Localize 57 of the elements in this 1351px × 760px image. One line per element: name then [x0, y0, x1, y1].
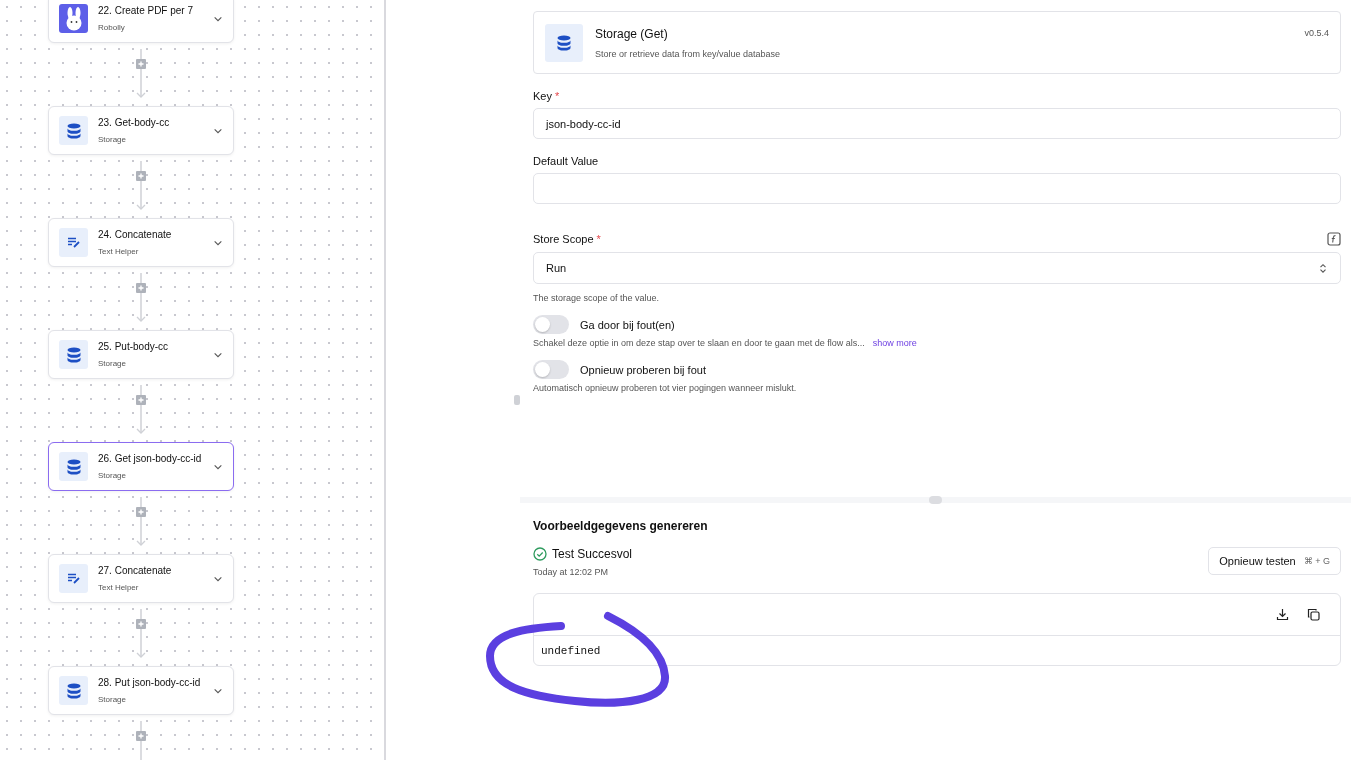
- input-field[interactable]: [533, 173, 1341, 204]
- field-label: Default Value: [533, 155, 599, 167]
- database-icon: [66, 122, 81, 139]
- retest-button[interactable]: Opnieuw testen ⌘ + G: [1208, 547, 1341, 575]
- text-edit-icon: [66, 237, 81, 248]
- step-title: 25. Put-body-cc: [98, 341, 170, 352]
- resize-handle[interactable]: [929, 496, 942, 504]
- text-edit-icon: [66, 573, 81, 584]
- download-icon[interactable]: [1276, 608, 1289, 621]
- step-subtitle: Storage: [98, 135, 128, 144]
- toggle-switch[interactable]: [533, 360, 569, 379]
- flow-step-card[interactable]: 22. Create PDF per 7 Robolly: [48, 0, 234, 43]
- step-title: 27. Concatenate: [98, 565, 173, 576]
- version-label: v0.5.4: [1304, 28, 1329, 38]
- step-title: 26. Get json-body-cc-id: [98, 453, 203, 464]
- flow-step-card[interactable]: 28. Put json-body-cc-id Storage: [48, 666, 234, 715]
- step-title: 22. Create PDF per 7: [98, 5, 195, 16]
- step-title: 23. Get-body-cc: [98, 117, 171, 128]
- database-icon: [66, 346, 81, 363]
- test-status: Test Succesvol: [552, 547, 633, 561]
- input-field[interactable]: json-body-cc-id: [533, 108, 1341, 139]
- toggle-description: Automatisch opnieuw proberen tot vier pogingen wanneer mislukt.: [533, 383, 797, 393]
- database-icon: [66, 682, 81, 699]
- flow-step-card[interactable]: 24. Concatenate Text Helper: [48, 218, 234, 267]
- field-label: Key *: [533, 90, 560, 102]
- step-subtitle: Text Helper: [98, 583, 140, 592]
- flow-step-card[interactable]: 26. Get json-body-cc-id Storage: [48, 442, 234, 491]
- flow-step-card[interactable]: 27. Concatenate Text Helper: [48, 554, 234, 603]
- resize-handle[interactable]: [514, 395, 520, 405]
- step-subtitle: Storage: [98, 695, 128, 704]
- sort-arrows-icon: [1318, 263, 1328, 273]
- piece-description: Store or retrieve data from key/value database: [595, 48, 782, 59]
- section-title: Voorbeeldgegevens genereren: [533, 519, 709, 533]
- test-time: Today at 12:02 PM: [533, 567, 610, 577]
- step-title: 28. Put json-body-cc-id: [98, 677, 202, 688]
- function-toggle-icon[interactable]: [1327, 232, 1341, 246]
- database-icon: [66, 458, 81, 475]
- step-subtitle: Text Helper: [98, 247, 140, 256]
- output-value: undefined: [540, 643, 602, 659]
- toggle-label: Opnieuw proberen bij fout: [580, 363, 706, 376]
- step-subtitle: Storage: [98, 359, 128, 368]
- toggle-switch[interactable]: [533, 315, 569, 334]
- step-title: 24. Concatenate: [98, 229, 173, 240]
- check-circle-icon: [533, 547, 547, 561]
- flow-step-card[interactable]: 23. Get-body-cc Storage: [48, 106, 234, 155]
- copy-icon[interactable]: [1307, 608, 1320, 621]
- show-more-link[interactable]: show more: [872, 338, 917, 348]
- toggle-description: Schakel deze optie in om deze stap over te slaan en door te gaan met de flow als...: [533, 338, 865, 348]
- step-subtitle: Robolly: [98, 23, 126, 32]
- database-icon: [557, 34, 571, 51]
- select-field[interactable]: Run: [533, 252, 1341, 284]
- piece-name: Storage (Get): [595, 26, 669, 41]
- toggle-label: Ga door bij fout(en): [580, 318, 675, 331]
- step-subtitle: Storage: [98, 471, 128, 480]
- field-label: Store Scope *: [533, 233, 601, 245]
- help-text: The storage scope of the value.: [533, 293, 661, 303]
- flow-step-card[interactable]: 25. Put-body-cc Storage: [48, 330, 234, 379]
